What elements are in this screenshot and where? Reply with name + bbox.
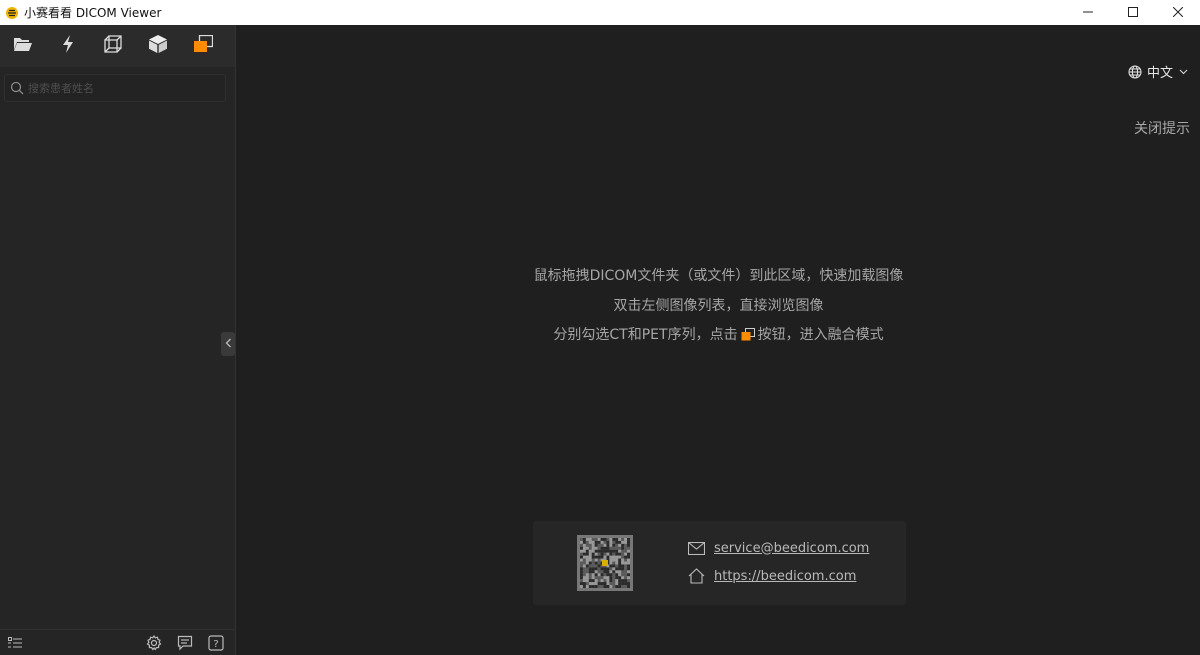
close-icon (1172, 4, 1183, 22)
sidebar-collapse-toggle[interactable] (221, 332, 235, 356)
sidebar: ? (0, 25, 236, 655)
help-button[interactable]: ? (207, 634, 225, 655)
patient-search (4, 74, 226, 102)
folder-open-icon (13, 36, 33, 57)
fusion-icon (193, 34, 213, 58)
mail-icon (687, 539, 705, 557)
bee-logo-icon (5, 6, 19, 20)
search-icon (8, 79, 26, 97)
hint-fusion-before: 分别勾选CT和PET序列，点击 (553, 327, 738, 343)
mpr-button[interactable] (90, 25, 135, 67)
globe-icon (1128, 64, 1142, 79)
maximize-icon (1127, 4, 1138, 22)
hints: 鼠标拖拽DICOM文件夹（或文件）到此区域，快速加载图像 双击左侧图像列表，直接… (237, 262, 1200, 353)
solid-cube-icon (148, 34, 168, 59)
email-link[interactable]: service@beedicom.com (714, 541, 869, 556)
wireframe-cube-icon (103, 34, 122, 58)
language-selector[interactable]: 中文 (1128, 62, 1188, 81)
sidebar-footer: ? (0, 629, 236, 655)
quick-load-button[interactable] (45, 25, 90, 67)
settings-icon (146, 634, 162, 655)
website-link[interactable]: https://beedicom.com (714, 569, 856, 584)
list-view-button[interactable] (6, 636, 24, 654)
search-input[interactable] (28, 81, 218, 95)
feedback-button[interactable] (176, 635, 194, 655)
hint-fusion-after: 按钮，进入融合模式 (757, 327, 884, 343)
toolbar (0, 25, 235, 67)
language-label: 中文 (1146, 66, 1173, 81)
chevron-down-icon (1179, 69, 1188, 75)
fusion-icon (741, 323, 755, 353)
settings-button[interactable] (145, 634, 163, 655)
close-tips-link[interactable]: 关闭提示 (1134, 118, 1190, 138)
home-icon (687, 567, 705, 585)
minimize-button[interactable] (1065, 0, 1110, 25)
drop-zone[interactable]: 中文 关闭提示 鼠标拖拽DICOM文件夹（或文件）到此区域，快速加载图像 双击左… (237, 25, 1200, 655)
open-folder-button[interactable] (0, 25, 45, 67)
lightning-icon (61, 34, 75, 58)
title-bar: 小赛看看 DICOM Viewer (0, 0, 1200, 25)
close-button[interactable] (1155, 0, 1200, 25)
help-icon: ? (208, 634, 224, 655)
qr-code (577, 535, 633, 591)
hint-double-click: 双击左侧图像列表，直接浏览图像 (613, 297, 824, 314)
contact-website: https://beedicom.com (687, 567, 856, 585)
fusion-button[interactable] (180, 25, 225, 67)
contact-email: service@beedicom.com (687, 539, 869, 557)
list-icon (8, 636, 22, 654)
maximize-button[interactable] (1110, 0, 1155, 25)
window-title: 小赛看看 DICOM Viewer (24, 6, 162, 20)
3d-volume-button[interactable] (135, 25, 180, 67)
contact-card: service@beedicom.com https://beedicom.co… (533, 521, 906, 605)
minimize-icon (1082, 4, 1093, 22)
svg-text:?: ? (213, 639, 218, 650)
hint-drag-drop: 鼠标拖拽DICOM文件夹（或文件）到此区域，快速加载图像 (533, 268, 904, 284)
feedback-icon (177, 635, 193, 655)
hint-fusion: 分别勾选CT和PET序列，点击 按钮，进入融合模式 (237, 321, 1200, 353)
chevron-left-icon (225, 335, 232, 353)
